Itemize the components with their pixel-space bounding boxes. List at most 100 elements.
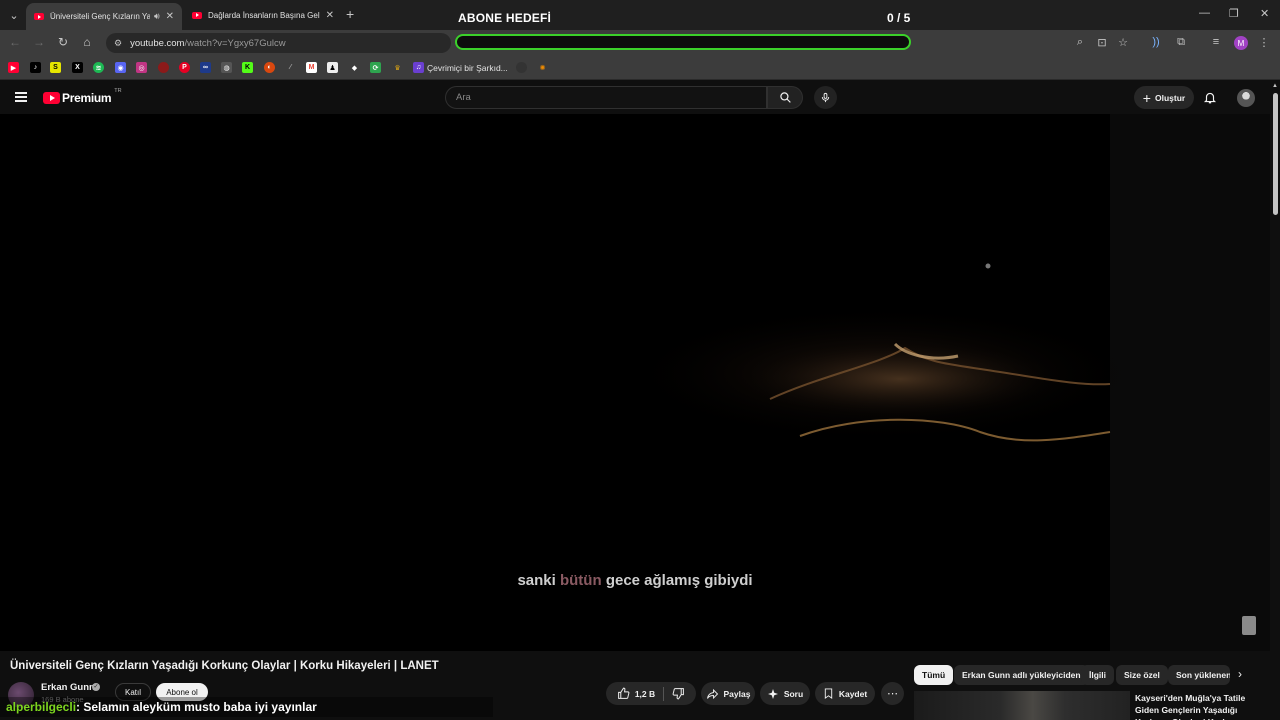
save-button[interactable]: Kaydet (815, 682, 875, 705)
goal-title: ABONE HEDEFİ (458, 11, 552, 25)
subtitle-highlight: bütün (559, 572, 602, 589)
youtube-favicon-icon (34, 13, 44, 20)
bookmark-blue-icon[interactable]: ∞ (200, 62, 211, 73)
extensions-puzzle-icon[interactable]: ⧉ (1174, 36, 1188, 49)
bookmark-pinterest-icon[interactable]: P (179, 62, 190, 73)
bookmark-instagram-icon[interactable]: ◎ (136, 62, 147, 73)
bookmark-label[interactable]: Çevrimiçi bir Şarkıd... (427, 63, 508, 73)
recommended-title[interactable]: Kayseri'den Muğla'ya Tatile Giden Gençle… (1135, 692, 1265, 720)
bookmark-kick-icon[interactable]: K (242, 62, 253, 73)
overlay-thumbnail (1242, 616, 1256, 635)
scrollbar-thumb[interactable] (1273, 93, 1278, 215)
share-icon (706, 688, 718, 699)
recommended-thumbnail[interactable] (914, 691, 1130, 720)
speaker-icon[interactable]: 🔊︎ (154, 11, 160, 22)
chip-related[interactable]: İlgili (1081, 665, 1114, 685)
chip-from-uploader[interactable]: Erkan Gunn adlı yükleyiciden (954, 665, 1089, 685)
zoom-icon[interactable]: ⌕ (1073, 36, 1087, 49)
channel-name[interactable]: Erkan Gunn (41, 682, 95, 693)
bookmark-icon (824, 688, 832, 699)
share-button[interactable]: Paylaş (701, 682, 755, 705)
bookmark-diamond-icon[interactable]: ◆ (349, 62, 360, 73)
url-bar[interactable]: ⚙ youtube.com/watch?v=Ygxy67Gulcw (106, 33, 451, 53)
bookmark-soundcloud-icon[interactable]: ✺ (537, 62, 548, 73)
close-window-icon[interactable]: ✕ (1260, 7, 1269, 20)
bookmark-crown-icon[interactable]: ♛ (392, 62, 403, 73)
goal-count: 0 / 5 (887, 11, 911, 25)
new-tab-icon[interactable]: + (346, 6, 354, 22)
share-label: Paylaş (723, 688, 751, 699)
bookmark-gray-icon[interactable]: ◍ (221, 62, 232, 73)
minimize-icon[interactable]: — (1199, 7, 1210, 19)
bookmark-orange-icon[interactable]: ◐ (264, 62, 275, 73)
create-button[interactable]: + Oluştur (1134, 86, 1194, 109)
bookmark-dark-icon[interactable] (516, 62, 527, 73)
page-scrollbar[interactable]: ▲ (1270, 81, 1280, 720)
video-title: Üniversiteli Genç Kızların Yaşadığı Kork… (10, 660, 439, 672)
bookmark-slash-icon[interactable]: ⁄ (285, 62, 296, 73)
sparkle-icon (767, 688, 778, 699)
notifications-bell-icon[interactable] (1203, 90, 1217, 105)
like-divider (663, 686, 665, 701)
tab-search-icon[interactable]: ⌄ (4, 5, 24, 25)
search-button[interactable] (767, 86, 803, 109)
tab-inactive[interactable]: Dağlarda İnsanların Başına Gele ✕ (184, 4, 342, 26)
bookmark-s-icon[interactable]: S (50, 62, 61, 73)
reload-icon[interactable]: ↻ (55, 35, 71, 49)
bookmark-red-icon[interactable] (158, 62, 169, 73)
tab-title: Üniversiteli Genç Kızların Yaşa (50, 12, 150, 21)
video-frame (620, 114, 1270, 651)
microphone-icon (821, 92, 830, 103)
bookmark-x-icon[interactable]: X (72, 62, 83, 73)
bookmark-spotify-icon[interactable]: ≋ (93, 62, 104, 73)
more-actions-icon[interactable]: ⋯ (881, 682, 904, 705)
subtitle-before: sanki (517, 572, 556, 589)
chip-recently-uploaded[interactable]: Son yüklenenler (1168, 665, 1230, 685)
chip-all[interactable]: Tümü (914, 665, 954, 685)
logo-country: TR (114, 88, 122, 94)
plus-icon: + (1142, 89, 1151, 106)
guide-menu-icon[interactable] (15, 92, 27, 102)
youtube-logo[interactable]: Premium TR (43, 88, 122, 105)
account-avatar[interactable] (1237, 89, 1255, 107)
like-count[interactable]: 1,2 B (635, 689, 655, 699)
close-tab-icon[interactable]: ✕ (326, 10, 334, 21)
save-label: Kaydet (838, 688, 868, 699)
browser-tab-strip: ⌄ Üniversiteli Genç Kızların Yaşa 🔊︎ ✕ D… (0, 0, 1280, 30)
forward-icon[interactable]: → (31, 35, 47, 49)
site-info-icon[interactable]: ⚙ (114, 38, 122, 49)
dislike-icon[interactable] (672, 687, 685, 700)
menu-kebab-icon[interactable]: ⋮ (1257, 36, 1271, 49)
search-placeholder: Ara (456, 92, 471, 103)
youtube-play-icon (43, 92, 60, 104)
media-control-icon[interactable]: ≡ (1209, 36, 1223, 48)
ask-label: Soru (783, 688, 804, 699)
bookmark-music-icon[interactable]: ♫ (413, 62, 424, 73)
home-icon[interactable]: ⌂ (79, 35, 95, 49)
extension-icon[interactable]: )) (1149, 36, 1163, 48)
bookmark-star-icon[interactable]: ☆ (1116, 36, 1130, 49)
voice-search-button[interactable] (814, 86, 837, 109)
bookmark-doc-icon[interactable]: ♟ (327, 62, 338, 73)
profile-avatar[interactable]: M (1234, 36, 1248, 50)
chevron-right-icon[interactable]: › (1238, 667, 1242, 681)
logo-word: Premium (62, 91, 112, 105)
tab-active[interactable]: Üniversiteli Genç Kızların Yaşa 🔊︎ ✕ (26, 3, 182, 30)
back-icon[interactable]: ← (7, 35, 23, 49)
chip-for-you[interactable]: Size özel (1116, 665, 1168, 685)
scroll-up-icon[interactable]: ▲ (1272, 83, 1278, 89)
restore-icon[interactable]: ❐ (1229, 7, 1239, 20)
bookmark-green-icon[interactable]: ⟳ (370, 62, 381, 73)
youtube-favicon-icon (192, 11, 202, 19)
like-icon[interactable] (617, 687, 630, 700)
bookmark-tiktok-icon[interactable]: ♪ (30, 62, 41, 73)
bookmark-gmail-icon[interactable]: M (306, 62, 317, 73)
bookmark-youtube-icon[interactable]: ▶ (8, 62, 19, 73)
ask-button[interactable]: Soru (760, 682, 810, 705)
search-input[interactable]: Ara (445, 86, 767, 109)
install-app-icon[interactable]: ⊡ (1095, 36, 1109, 49)
video-player[interactable]: sanki bütün gece ağlamış gibiydi (0, 114, 1270, 651)
bookmark-discord-icon[interactable]: ◉ (115, 62, 126, 73)
close-tab-icon[interactable]: ✕ (166, 11, 174, 22)
video-subtitle: sanki bütün gece ağlamış gibiydi (0, 572, 1270, 589)
